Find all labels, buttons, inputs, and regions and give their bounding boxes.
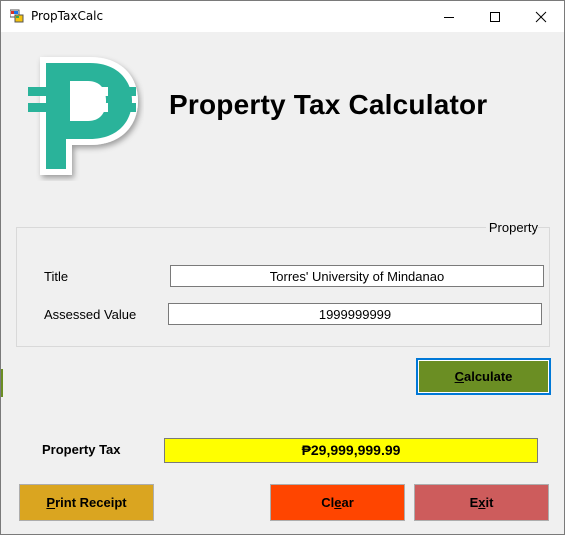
property-groupbox — [16, 227, 550, 347]
calculate-button-mnemonic: C — [454, 369, 464, 384]
exit-button[interactable]: Ex it — [414, 484, 549, 521]
minimize-button[interactable] — [426, 1, 472, 32]
exit-button-mnemonic: x — [478, 495, 486, 510]
assessed-value-label: Assessed Value — [44, 307, 137, 322]
app-window-icon — [10, 9, 24, 23]
close-button[interactable] — [518, 1, 564, 32]
exit-button-label-rest: it — [485, 495, 494, 510]
clear-button-mnemonic: e — [334, 495, 342, 510]
close-icon — [535, 11, 547, 22]
page-title: Property Tax Calculator — [169, 89, 488, 120]
assessed-value-input[interactable] — [168, 303, 542, 325]
title-bar[interactable]: PropTaxCalc — [1, 1, 564, 32]
clear-button[interactable]: Cl e ar — [270, 484, 405, 521]
window-edge-marker — [1, 369, 3, 397]
exit-button-label-prefix: E — [469, 495, 479, 510]
maximize-button[interactable] — [472, 1, 518, 32]
minimize-icon — [444, 16, 454, 18]
title-input[interactable] — [170, 265, 544, 287]
print-receipt-button[interactable]: Print Receipt — [19, 484, 154, 521]
peso-sign-icon — [28, 57, 138, 175]
property-tax-label: Property Tax — [42, 442, 121, 457]
clear-button-label-prefix: Cl — [321, 495, 335, 510]
app-window: PropTaxCalc Property Tax Calculator Prop… — [0, 0, 565, 535]
print-button-mnemonic: P — [46, 495, 56, 510]
clear-button-label-rest: ar — [341, 495, 354, 510]
property-tax-output: ₱29,999,999.99 — [164, 438, 538, 463]
title-label: Title — [44, 269, 69, 284]
property-group-legend: Property — [485, 220, 538, 235]
calculate-button-label-rest: alculate — [463, 369, 513, 384]
maximize-icon — [490, 11, 500, 22]
calculate-button[interactable]: Calculate — [416, 358, 551, 395]
print-button-label-rest: rint Receipt — [55, 495, 127, 510]
window-title: PropTaxCalc — [31, 9, 104, 23]
